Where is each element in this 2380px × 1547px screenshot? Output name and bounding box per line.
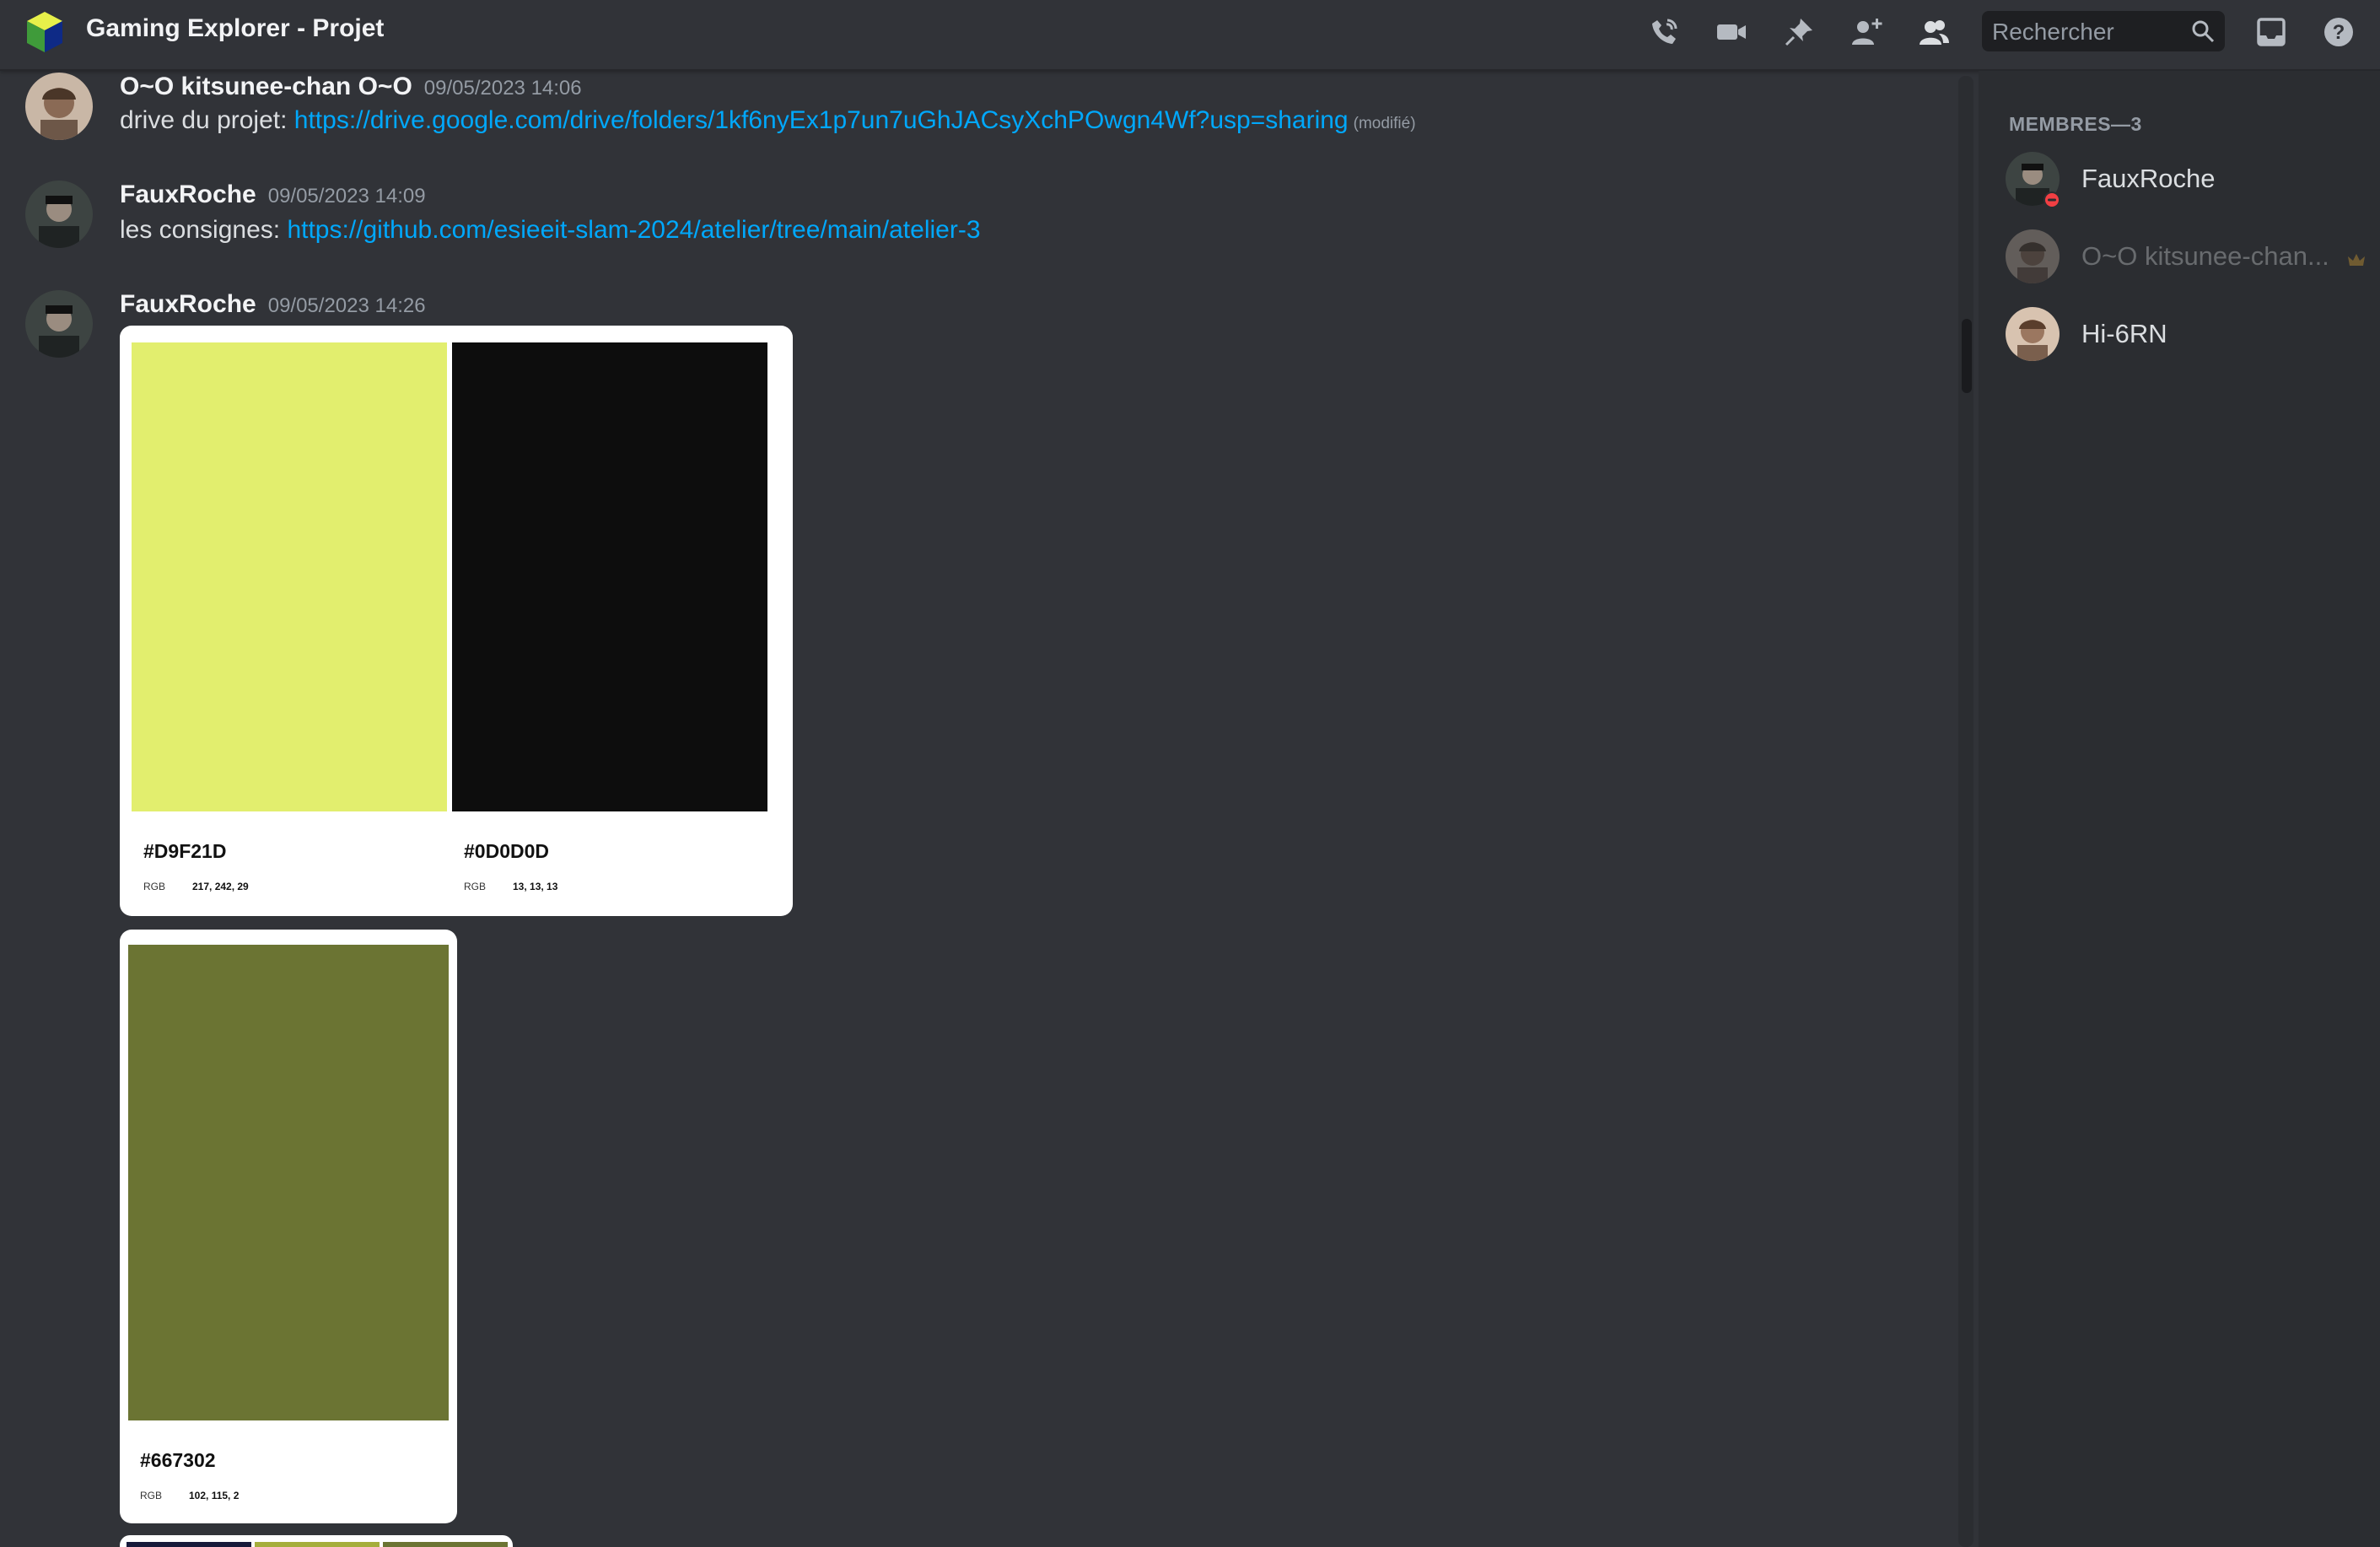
message-author[interactable]: FauxRoche <box>120 181 256 208</box>
member-item[interactable]: Hi-6RN <box>2006 304 2368 371</box>
scrollbar-thumb[interactable] <box>1962 319 1972 393</box>
swatch-rgb-label: RGB <box>143 881 166 892</box>
edited-label: (modifié) <box>1353 115 1416 132</box>
swatch-rgb-value: 13, 13, 13 <box>513 881 558 892</box>
swatch-rgb-value: 217, 242, 29 <box>192 881 249 892</box>
github-link[interactable]: https://github.com/esieeit-slam-2024/ate… <box>287 216 980 244</box>
avatar[interactable] <box>25 290 93 358</box>
inbox-icon[interactable] <box>2252 13 2291 51</box>
swatch-hex: #0D0D0D <box>464 840 549 862</box>
color-swatch <box>128 945 449 1420</box>
avatar <box>2006 229 2060 283</box>
color-swatch <box>127 1542 251 1547</box>
image-attachment[interactable]: #667302 RGB 102, 115, 2 <box>120 930 457 1523</box>
member-list: MEMBRES—3 FauxRoche O~O kitsunee-chan...… <box>1979 71 2380 1547</box>
member-item[interactable]: O~O kitsunee-chan... <box>2006 226 2368 294</box>
message-text: les consignes: <box>120 216 288 244</box>
member-name: Hi-6RN <box>2081 319 2167 348</box>
avatar[interactable] <box>25 181 93 248</box>
swatch-hex: #667302 <box>140 1449 216 1471</box>
swatch-rgb-label: RGB <box>464 881 487 892</box>
svg-text:?: ? <box>2333 21 2345 44</box>
scrollbar-track[interactable] <box>1958 76 1973 1547</box>
swatch-rgb-label: RGB <box>140 1490 163 1501</box>
message-content: drive du projet: https://drive.google.co… <box>120 106 1416 135</box>
members-icon[interactable] <box>1914 13 1953 51</box>
search-box[interactable] <box>1982 11 2225 53</box>
drive-link[interactable]: https://drive.google.com/drive/folders/1… <box>294 106 1349 134</box>
message-timestamp: 09/05/2023 14:06 <box>423 77 582 100</box>
color-swatch <box>132 342 447 811</box>
avatar <box>2006 307 2060 361</box>
channel-header: Gaming Explorer - Projet ? <box>0 0 2380 71</box>
channel-title: Gaming Explorer - Projet <box>86 14 385 42</box>
message-timestamp: 09/05/2023 14:09 <box>267 185 426 208</box>
search-input[interactable] <box>1982 11 2196 53</box>
message-author[interactable]: FauxRoche <box>120 290 256 318</box>
phone-call-icon[interactable] <box>1645 13 1683 51</box>
search-icon[interactable] <box>2191 19 2215 43</box>
video-icon[interactable] <box>1712 13 1751 51</box>
crown-icon <box>2348 254 2365 266</box>
message-timestamp: 09/05/2023 14:26 <box>267 294 426 317</box>
channel-cube-icon <box>27 12 62 52</box>
color-swatch <box>452 342 767 811</box>
avatar[interactable] <box>25 73 93 140</box>
message-list: O~O kitsunee-chan O~O 09/05/2023 14:06 dr… <box>0 71 1958 1547</box>
message-content: les consignes: https://github.com/esieei… <box>120 216 981 245</box>
color-swatch <box>255 1542 380 1547</box>
dnd-status-icon <box>2043 191 2060 208</box>
help-icon[interactable]: ? <box>2319 13 2358 51</box>
swatch-rgb-value: 102, 115, 2 <box>189 1490 240 1501</box>
pin-icon[interactable] <box>1780 13 1818 51</box>
color-swatch <box>383 1542 508 1547</box>
members-header: MEMBRES—3 <box>2009 113 2142 135</box>
image-attachment[interactable]: #D9F21D RGB 217, 242, 29 #0D0D0D RGB 13,… <box>120 326 793 916</box>
member-name: FauxRoche <box>2081 164 2216 193</box>
image-attachment[interactable] <box>120 1535 513 1547</box>
member-item[interactable]: FauxRoche <box>2006 148 2368 216</box>
message-text: drive du projet: <box>120 106 294 134</box>
message-author[interactable]: O~O kitsunee-chan O~O <box>120 73 412 100</box>
add-member-icon[interactable] <box>1847 13 1886 51</box>
swatch-hex: #D9F21D <box>143 840 227 862</box>
member-name: O~O kitsunee-chan... <box>2081 241 2329 271</box>
